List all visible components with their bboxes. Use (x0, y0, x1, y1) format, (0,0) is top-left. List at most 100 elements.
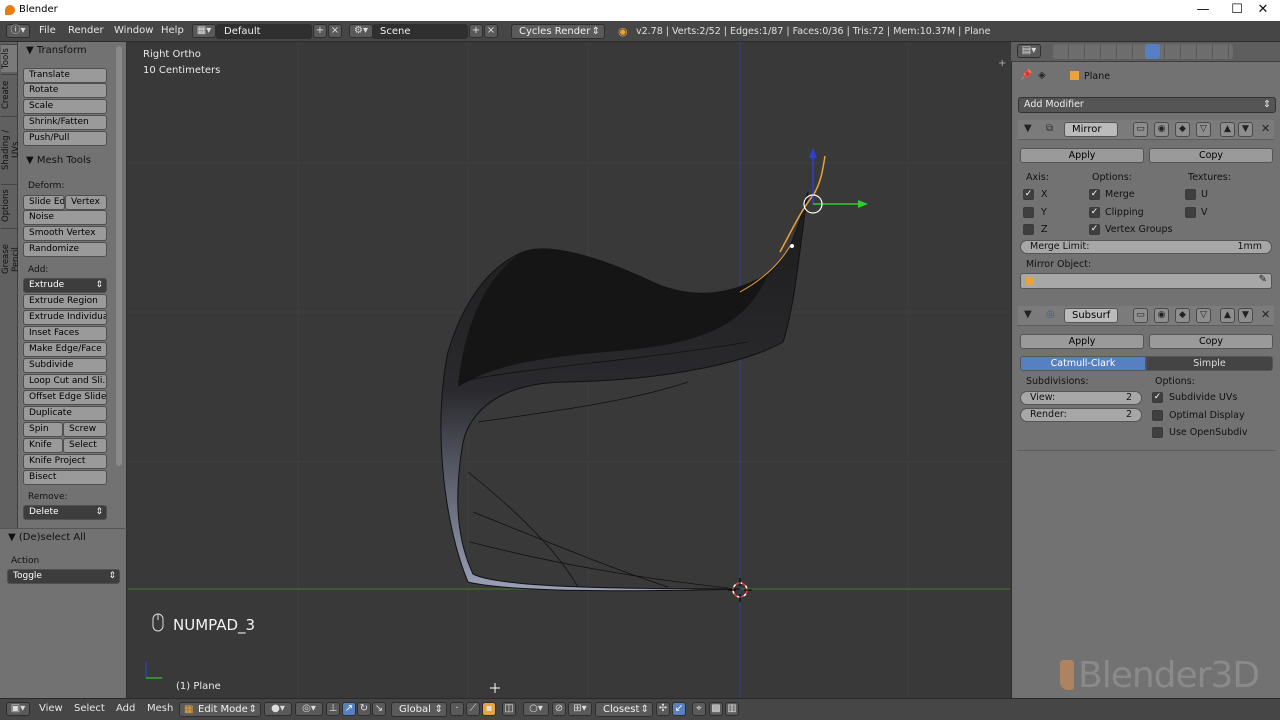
bisect-button[interactable]: Bisect (23, 470, 107, 485)
subsurf-name-field[interactable]: Subsurf (1064, 308, 1118, 323)
optimal-display-checkbox[interactable] (1152, 410, 1163, 421)
slide-edge-button[interactable]: Slide Ed (23, 195, 65, 210)
move-up-icon[interactable]: ▲ (1220, 122, 1235, 137)
snap-element-icon[interactable]: ⊞▾ (568, 702, 592, 716)
axis-y-checkbox[interactable] (1023, 207, 1034, 218)
axis-x-checkbox[interactable]: ✓ (1023, 189, 1034, 200)
mirror-name-field[interactable]: Mirror (1064, 122, 1118, 137)
extrude-region-button[interactable]: Extrude Region (23, 294, 107, 309)
subdivide-uvs-checkbox[interactable]: ✓ (1152, 392, 1163, 403)
subsurf-apply-button[interactable]: Apply (1020, 334, 1144, 349)
move-up-icon[interactable]: ▲ (1220, 308, 1235, 323)
translate-button[interactable]: Translate (23, 68, 107, 83)
extrude-individual-button[interactable]: Extrude Individual (23, 310, 107, 325)
subsurf-modifier-header[interactable]: ▼ ◎ Subsurf ▭ ◉ ◆ ▽ ▲ ▼ ✕ (1018, 306, 1274, 326)
editor-type-properties-icon[interactable]: ▤▾ (1017, 44, 1041, 58)
render-preview-icon[interactable]: ⌖ (692, 702, 706, 716)
remove-layout-icon[interactable]: × (328, 24, 342, 38)
move-down-icon[interactable]: ▼ (1238, 122, 1253, 137)
mesh-tools-panel-header[interactable]: ▼ Mesh Tools (26, 155, 91, 166)
knife-project-button[interactable]: Knife Project (23, 454, 107, 469)
edit-mode-display-icon[interactable]: ◆ (1175, 308, 1190, 323)
tool-shelf-scrollbar[interactable] (116, 46, 122, 466)
noise-button[interactable]: Noise (23, 210, 107, 225)
context-tabs[interactable] (1053, 44, 1233, 59)
mirror-apply-button[interactable]: Apply (1020, 148, 1144, 163)
merge-limit-slider[interactable]: Merge Limit: 1mm (1020, 240, 1272, 254)
scale-manipulator-icon[interactable]: ↘ (372, 702, 386, 716)
remove-modifier-icon[interactable]: ✕ (1261, 308, 1270, 321)
texture-u-checkbox[interactable] (1185, 189, 1196, 200)
opengl-animation-icon[interactable]: ▥ (725, 702, 739, 716)
use-opensubdiv-checkbox[interactable] (1152, 427, 1163, 438)
simple-toggle[interactable]: Simple (1146, 356, 1273, 371)
render-levels-field[interactable]: Render: 2 (1020, 408, 1142, 422)
extrude-select[interactable]: Extrude ⇕ (23, 278, 107, 293)
rotate-manipulator-icon[interactable]: ↻ (357, 702, 371, 716)
menu-select[interactable]: Select (74, 703, 105, 714)
knife-select-button[interactable]: Select (63, 438, 107, 453)
action-select[interactable]: Toggle ⇕ (7, 569, 120, 584)
make-edge-face-button[interactable]: Make Edge/Face (23, 342, 107, 357)
menu-render[interactable]: Render (68, 25, 104, 36)
collapse-arrow-icon[interactable]: ▼ (1024, 309, 1032, 320)
snap-align-icon[interactable]: ✣ (656, 702, 670, 716)
menu-view[interactable]: View (39, 703, 63, 714)
editor-type-info-icon[interactable]: ⓘ▾ (6, 24, 30, 38)
close-window-button[interactable]: ✕ (1246, 2, 1280, 18)
snap-target-select[interactable]: Closest ⇕ (595, 702, 653, 717)
delete-select[interactable]: Delete ⇕ (23, 505, 107, 520)
clipping-checkbox[interactable]: ✓ (1089, 207, 1100, 218)
minimize-button[interactable]: — (1186, 2, 1220, 18)
mesh-object-plane[interactable] (440, 191, 809, 592)
merge-checkbox[interactable]: ✓ (1089, 189, 1100, 200)
menu-add[interactable]: Add (116, 703, 135, 714)
occlude-geometry-icon[interactable]: ◫ (502, 702, 516, 716)
tab-shading-uvs[interactable]: Shading / UVs (1, 116, 21, 182)
subdivide-button[interactable]: Subdivide (23, 358, 107, 373)
viewport-shading-icon[interactable]: ●▾ (264, 702, 292, 716)
mirror-modifier-header[interactable]: ▼ ⧉ Mirror ▭ ◉ ◆ ▽ ▲ ▼ ✕ (1018, 120, 1274, 140)
move-down-icon[interactable]: ▼ (1238, 308, 1253, 323)
face-select-icon[interactable]: ▪ (482, 702, 496, 716)
viewport-canvas[interactable] (128, 42, 1010, 698)
edit-mode-display-icon[interactable]: ◆ (1175, 122, 1190, 137)
menu-mesh[interactable]: Mesh (147, 703, 173, 714)
remove-modifier-icon[interactable]: ✕ (1261, 122, 1270, 135)
render-engine-select[interactable]: Cycles Render ⇕ (511, 24, 605, 39)
rotate-button[interactable]: Rotate (23, 83, 107, 98)
menu-file[interactable]: File (39, 25, 56, 36)
loop-cut-button[interactable]: Loop Cut and Sli... (23, 374, 107, 389)
shrink-fatten-button[interactable]: Shrink/Fatten (23, 115, 107, 130)
scale-button[interactable]: Scale (23, 99, 107, 114)
translate-manipulator-icon[interactable]: ↗ (342, 702, 356, 716)
tab-tools[interactable]: Tools (1, 44, 17, 72)
add-scene-icon[interactable]: + (469, 24, 483, 38)
add-layout-icon[interactable]: + (313, 24, 327, 38)
offset-edge-slide-button[interactable]: Offset Edge Slide (23, 390, 107, 405)
transform-manipulator[interactable] (803, 148, 868, 214)
mirror-object-field[interactable]: ✎ (1020, 273, 1272, 289)
mode-select[interactable]: ▦ Edit Mode ⇕ (179, 702, 261, 717)
editor-type-3dview-icon[interactable]: ▣▾ (6, 702, 30, 716)
transform-orientation-select[interactable]: Global ⇕ (391, 702, 447, 717)
edge-select-icon[interactable]: ⟋ (466, 702, 480, 716)
inset-faces-button[interactable]: Inset Faces (23, 326, 107, 341)
screw-button[interactable]: Screw (63, 422, 107, 437)
collapse-arrow-icon[interactable]: ▼ (1024, 123, 1032, 134)
scene-icon[interactable]: ⚙▾ (349, 24, 373, 38)
vertex-groups-checkbox[interactable]: ✓ (1089, 224, 1100, 235)
modifier-tab-wrench-icon[interactable] (1145, 44, 1160, 59)
catmull-clark-toggle[interactable]: Catmull-Clark (1020, 356, 1146, 371)
pivot-point-icon[interactable]: ◎▾ (295, 702, 323, 716)
realtime-display-icon[interactable]: ▭ (1133, 308, 1148, 323)
on-cage-icon[interactable]: ▽ (1196, 122, 1211, 137)
tab-create[interactable]: Create (1, 74, 17, 114)
scene-name-field[interactable]: Scene (372, 24, 468, 39)
knife-button[interactable]: Knife (23, 438, 63, 453)
remove-scene-icon[interactable]: × (484, 24, 498, 38)
transform-panel-header[interactable]: ▼ Transform (26, 45, 87, 56)
menu-help[interactable]: Help (161, 25, 184, 36)
on-cage-icon[interactable]: ▽ (1196, 308, 1211, 323)
slide-vertex-button[interactable]: Vertex (65, 195, 107, 210)
